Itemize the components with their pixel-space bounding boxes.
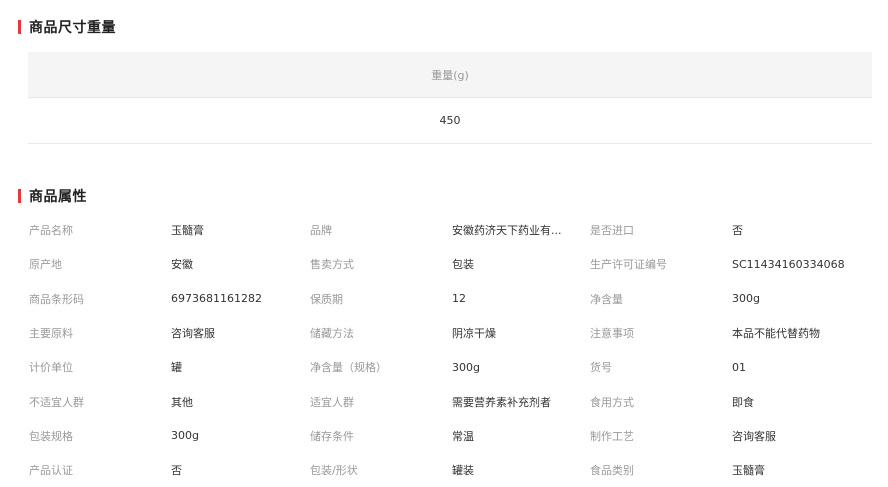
attribute-value: 玉髓膏 [171,224,204,238]
attribute-label: 产品认证 [29,464,73,478]
attribute-value: 玉髓膏 [732,464,765,478]
attributes-section-title: 商品属性 [18,188,87,205]
attribute-value: 常温 [452,429,474,443]
attribute-label: 包装规格 [29,429,73,443]
attribute-value: 咨询客服 [171,327,215,341]
attribute-value: 本品不能代替药物 [732,327,820,341]
attribute-row: 原产地 安徽 售卖方式 包装 生产许可证编号 SC11434160334068 [29,247,879,281]
attribute-label: 商品条形码 [29,292,84,306]
attribute-label: 净含量（规格） [310,361,387,375]
attribute-value: 罐装 [452,464,474,478]
attribute-row: 主要原料 咨询客服 储藏方法 阴凉干燥 注意事项 本品不能代替药物 [29,316,879,350]
attribute-row: 产品名称 玉髓膏 品牌 安徽药济天下药业有... 是否进口 否 [29,213,879,247]
attribute-value: 否 [171,464,182,478]
attribute-label: 产品名称 [29,224,73,238]
section-accent-bar [18,189,21,203]
attributes-grid: 产品名称 玉髓膏 品牌 安徽药济天下药业有... 是否进口 否 原产地 安徽 售… [29,213,879,487]
attribute-value: 300g [732,292,760,306]
weight-column-header: 重量(g) [28,52,872,98]
attribute-label: 不适宜人群 [29,395,84,409]
attribute-value: 安徽药济天下药业有... [452,224,562,238]
weight-value-cell: 450 [28,98,872,144]
attribute-row: 产品认证 否 包装/形状 罐装 食品类别 玉髓膏 [29,453,879,487]
attribute-value: 罐 [171,361,182,375]
attribute-value: 咨询客服 [732,429,776,443]
attribute-label: 制作工艺 [590,429,634,443]
attribute-label: 净含量 [590,292,623,306]
attribute-label: 原产地 [29,258,62,272]
attribute-row: 计价单位 罐 净含量（规格） 300g 货号 01 [29,350,879,384]
section-accent-bar [18,20,21,34]
dimensions-section-title: 商品尺寸重量 [18,19,116,36]
attribute-value: 12 [452,292,466,306]
attribute-label: 品牌 [310,224,332,238]
attribute-value: SC11434160334068 [732,257,845,271]
attribute-label: 储藏方法 [310,327,354,341]
dimensions-table: 重量(g) 450 [28,52,872,144]
attribute-value: 01 [732,360,746,374]
attribute-label: 食用方式 [590,395,634,409]
attribute-value: 安徽 [171,258,193,272]
attribute-label: 食品类别 [590,464,634,478]
attribute-label: 计价单位 [29,361,73,375]
attribute-row: 不适宜人群 其他 适宜人群 需要营养素补充剂者 食用方式 即食 [29,384,879,418]
attribute-label: 储存条件 [310,429,354,443]
attribute-label: 货号 [590,361,612,375]
attribute-label: 注意事项 [590,327,634,341]
attribute-value: 6973681161282 [171,292,262,306]
attribute-label: 保质期 [310,292,343,306]
attribute-value: 否 [732,224,743,238]
attribute-label: 包装/形状 [310,464,358,478]
attribute-value: 需要营养素补充剂者 [452,395,551,409]
attribute-value: 其他 [171,395,193,409]
attribute-value: 300g [452,360,480,374]
dimensions-title-text: 商品尺寸重量 [29,20,116,36]
attribute-label: 售卖方式 [310,258,354,272]
attribute-value: 300g [171,429,199,443]
attribute-value: 包装 [452,258,474,272]
attribute-label: 生产许可证编号 [590,258,667,272]
attribute-label: 适宜人群 [310,395,354,409]
attributes-title-text: 商品属性 [29,189,87,205]
attribute-row: 商品条形码 6973681161282 保质期 12 净含量 300g [29,282,879,316]
attribute-row: 包装规格 300g 储存条件 常温 制作工艺 咨询客服 [29,419,879,453]
attribute-label: 主要原料 [29,327,73,341]
attribute-value: 即食 [732,395,754,409]
attribute-label: 是否进口 [590,224,634,238]
attribute-value: 阴凉干燥 [452,327,496,341]
